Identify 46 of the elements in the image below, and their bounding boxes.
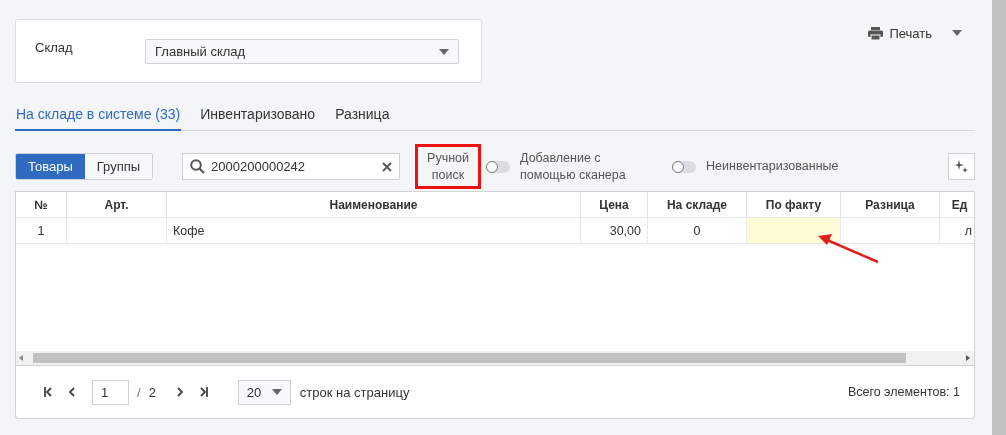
page-size-select[interactable]: 20 — [237, 379, 291, 405]
total-count: Всего элементов: 1 — [847, 385, 960, 399]
manual-search-label[interactable]: Ручной поиск — [427, 149, 470, 184]
tab[interactable]: Инвентаризовано — [199, 104, 317, 131]
table-cell-text: 1 — [36, 222, 46, 240]
tab[interactable]: Разница — [334, 104, 391, 131]
clear-icon[interactable] — [382, 161, 393, 172]
column-header[interactable]: Ед — [939, 192, 974, 217]
column-header[interactable]: Цена — [580, 192, 647, 217]
toggle-switch[interactable] — [672, 160, 697, 173]
toggle-label: Добавление с помощью сканера — [520, 149, 627, 184]
table-cell: 30,00 — [580, 218, 647, 243]
column-header[interactable]: Наименование — [166, 192, 580, 217]
column-header[interactable]: Разница — [840, 192, 939, 217]
toggle-label: Неинвентаризованные — [706, 158, 839, 175]
printer-icon — [868, 26, 884, 40]
tab[interactable]: На складе в системе (33) — [15, 104, 182, 131]
search-field[interactable]: 2000200000242 — [182, 153, 401, 180]
page-input[interactable]: 1 — [92, 379, 129, 405]
last-page-icon — [199, 387, 208, 397]
column-header[interactable]: По факту — [746, 192, 840, 217]
total-pages: 2 — [148, 384, 156, 400]
search-icon — [190, 159, 206, 174]
first-page-icon — [44, 387, 52, 397]
print-button[interactable]: Печать — [868, 26, 962, 40]
column-header[interactable]: № — [16, 192, 66, 217]
next-page-icon — [175, 387, 184, 397]
page-separator: / — [137, 384, 141, 400]
previous-page-icon — [68, 387, 76, 397]
toggle-switch[interactable] — [486, 160, 511, 173]
column-header[interactable]: На складе — [647, 192, 746, 217]
input-field[interactable] — [746, 218, 840, 243]
sparkle-icon — [954, 159, 969, 174]
caret-icon — [439, 48, 449, 55]
segment-tab[interactable]: Товары — [16, 154, 85, 179]
page-size-label: строк на страницу — [299, 384, 410, 400]
table-cell: Кофе — [166, 218, 580, 243]
scrollbar[interactable] — [992, 0, 1006, 435]
warehouse-label: Склад — [35, 40, 74, 55]
column-header[interactable]: Арт. — [66, 192, 166, 217]
horizontal-scrollbar[interactable] — [16, 351, 974, 365]
caret-icon — [952, 30, 962, 36]
warehouse-select[interactable]: Главный склад — [145, 39, 459, 64]
table-cell: л — [939, 218, 974, 243]
caret-icon — [271, 389, 282, 395]
sparkle-button[interactable] — [948, 153, 975, 180]
